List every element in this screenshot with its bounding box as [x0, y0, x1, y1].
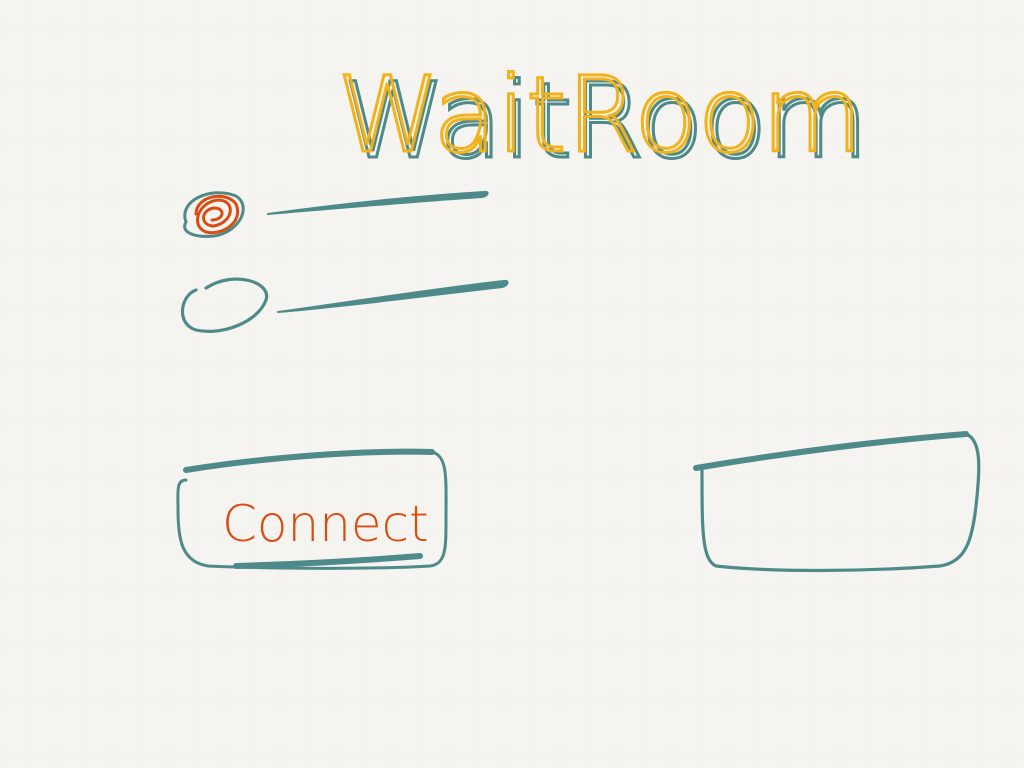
connect-button-top-stroke [183, 448, 435, 473]
wireframe-sketch: WaitRoom WaitRoom Connect [176, 53, 981, 573]
connect-button-bottom-stroke [233, 553, 423, 569]
connect-button-label: Connect [222, 495, 429, 553]
radio-2-label-line [277, 279, 509, 313]
connect-button[interactable]: Connect [176, 448, 448, 570]
app-title: WaitRoom WaitRoom [336, 53, 871, 184]
app-title-text: WaitRoom [337, 54, 863, 176]
radio-2-ring [180, 277, 269, 333]
secondary-button[interactable] [693, 431, 981, 573]
radio-option-1[interactable] [183, 190, 489, 238]
secondary-button-top-stroke [693, 431, 969, 471]
secondary-button-outline [694, 432, 981, 573]
radio-option-2[interactable] [180, 277, 509, 333]
radio-1-label-line [267, 190, 489, 215]
